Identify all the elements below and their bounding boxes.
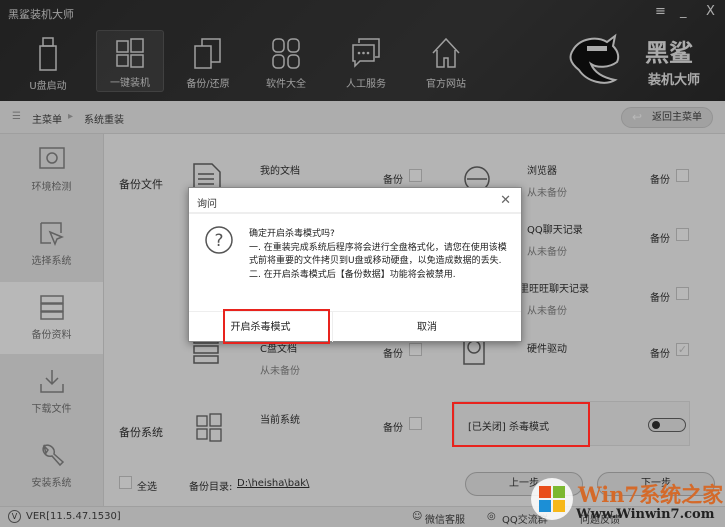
- svg-text:?: ?: [214, 231, 223, 251]
- dialog-warning-2: 二. 在开启杀毒模式后【备份数据】功能将会被禁用.: [249, 269, 456, 280]
- windows-logo-icon: [531, 478, 573, 520]
- cancel-button[interactable]: 取消: [333, 311, 521, 342]
- highlight-box-confirm: [223, 309, 330, 344]
- watermark: Win7系统之家 Www.Winwin7.com: [530, 475, 725, 527]
- question-icon: ?: [205, 226, 233, 254]
- highlight-box-antivirus: [452, 402, 590, 447]
- dialog-question: 确定开启杀毒模式吗?: [249, 229, 335, 239]
- dialog-title: 询问: [189, 188, 521, 214]
- dialog-close-button[interactable]: ✕: [500, 193, 511, 208]
- dialog-message: 确定开启杀毒模式吗? 一. 在重装完成系统后程序将会进行全盘格式化，请您在使用该…: [249, 228, 509, 282]
- dialog-warning-1: 一. 在重装完成系统后程序将会进行全盘格式化，请您在使用该模式前将重要的文件拷贝…: [249, 242, 507, 267]
